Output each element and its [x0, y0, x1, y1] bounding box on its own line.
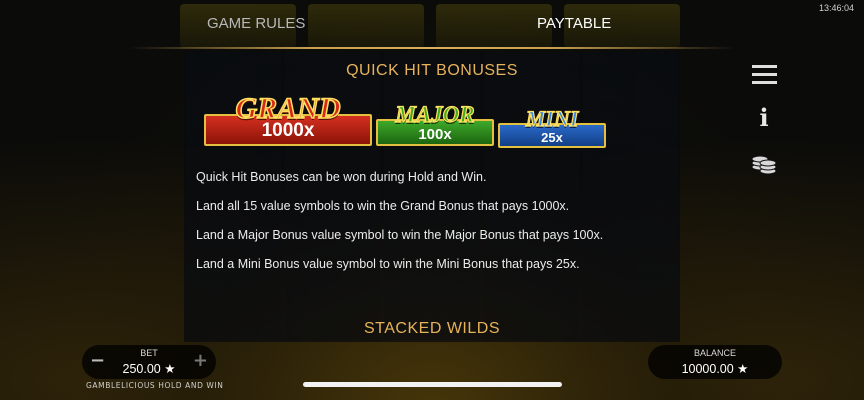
bet-control: − BET 250.00 ★ + [82, 345, 216, 379]
clock: 13:46:04 [818, 3, 854, 13]
grand-jackpot-badge: GRAND 1000x [204, 92, 372, 146]
paytable-panel: QUICK HIT BONUSES GRAND 1000x MAJOR 100x… [184, 52, 680, 342]
bet-increase-button[interactable]: + [193, 352, 208, 370]
home-indicator[interactable] [303, 382, 562, 387]
tab-game-rules[interactable]: GAME RULES [207, 15, 305, 32]
tab-divider [128, 47, 736, 49]
quick-hit-line: Land a Mini Bonus value symbol to win th… [196, 257, 580, 271]
balance-value: 10000.00 ★ [681, 362, 749, 376]
stacked-wilds-title: STACKED WILDS [364, 320, 500, 337]
quick-hit-title: QUICK HIT BONUSES [346, 62, 518, 79]
major-jackpot-value: 100x [418, 126, 452, 143]
mini-jackpot-badge: MINI 25x [498, 106, 606, 148]
tab-paytable[interactable]: PAYTABLE [537, 15, 611, 32]
coins-icon[interactable] [749, 148, 779, 178]
balance-display: BALANCE 10000.00 ★ [648, 345, 782, 379]
mini-jackpot-name: MINI [525, 106, 579, 131]
game-name: GAMBLELICIOUS HOLD AND WIN [86, 381, 224, 390]
quick-hit-line: Land a Major Bonus value symbol to win t… [196, 228, 604, 242]
quick-hit-line: Quick Hit Bonuses can be won during Hold… [196, 170, 487, 184]
balance-label: BALANCE [693, 348, 737, 358]
quick-hit-line: Land all 15 value symbols to win the Gra… [196, 199, 570, 213]
major-jackpot-badge: MAJOR 100x [376, 102, 494, 146]
info-icon[interactable]: i [749, 102, 779, 132]
mini-jackpot-value: 25x [541, 130, 563, 145]
grand-jackpot-value: 1000x [261, 120, 315, 141]
menu-icon[interactable] [749, 60, 779, 90]
major-jackpot-name: MAJOR [395, 102, 475, 127]
